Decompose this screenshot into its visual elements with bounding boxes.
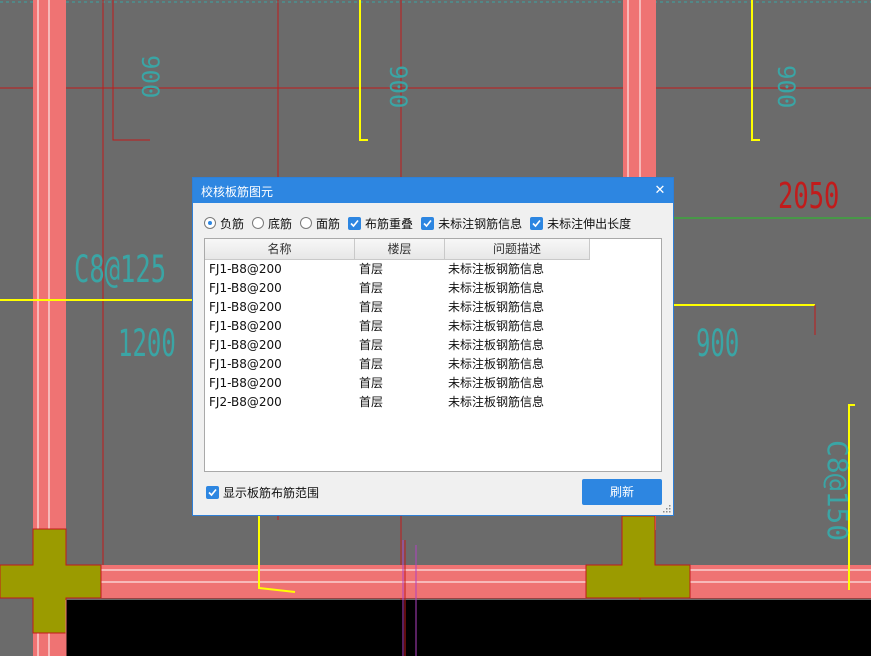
cell-name: FJ1-B8@200 xyxy=(209,262,282,276)
check-overlap[interactable]: 布筋重叠 xyxy=(348,215,413,232)
column-header-name[interactable]: 名称 xyxy=(205,239,355,260)
radio-negative-label: 负筋 xyxy=(220,216,245,231)
check-rebar-dialog: 校核板筋图元 ✕ 负筋 底筋 面筋 布筋重叠 未标注钢筋信息 未标注伸出长度 名… xyxy=(192,177,674,516)
radio-bottom[interactable]: 底筋 xyxy=(252,215,292,232)
dialog-titlebar[interactable]: 校核板筋图元 ✕ xyxy=(193,178,673,203)
cell-floor: 首层 xyxy=(359,357,384,371)
cell-name: FJ1-B8@200 xyxy=(209,338,282,352)
cell-name: FJ1-B8@200 xyxy=(209,281,282,295)
cell-issue: 未标注板钢筋信息 xyxy=(448,338,545,352)
beam-bottom xyxy=(0,565,871,598)
column-header-floor[interactable]: 楼层 xyxy=(355,239,445,260)
check-overlap-label: 布筋重叠 xyxy=(365,216,414,231)
cell-issue: 未标注板钢筋信息 xyxy=(448,281,545,295)
label-900: 900 xyxy=(696,323,739,366)
label-c8-150: C8@150 xyxy=(821,440,854,541)
checkmark-icon[interactable] xyxy=(348,216,362,230)
radio-top[interactable]: 面筋 xyxy=(300,215,340,232)
radio-bottom-label: 底筋 xyxy=(268,216,293,231)
cell-issue: 未标注板钢筋信息 xyxy=(448,262,545,276)
check-unlabeled-info-label: 未标注钢筋信息 xyxy=(438,216,523,231)
black-area xyxy=(66,600,871,656)
cell-floor: 首层 xyxy=(359,376,384,390)
check-unlabeled-length[interactable]: 未标注伸出长度 xyxy=(530,215,631,232)
label-small-900-c: 900 xyxy=(772,65,800,108)
checkmark-icon[interactable] xyxy=(421,216,435,230)
radio-top-label: 面筋 xyxy=(316,216,341,231)
check-show-range[interactable]: 显示板筋布筋范围 xyxy=(206,484,319,501)
cell-floor: 首层 xyxy=(359,319,384,333)
radio-negative-indicator[interactable] xyxy=(204,217,216,229)
cell-issue: 未标注板钢筋信息 xyxy=(448,357,545,371)
label-1200: 1200 xyxy=(118,323,176,366)
refresh-button[interactable]: 刷新 xyxy=(582,479,662,505)
cell-issue: 未标注板钢筋信息 xyxy=(448,376,545,390)
radio-bottom-indicator[interactable] xyxy=(252,217,265,229)
cell-floor: 首层 xyxy=(359,281,384,295)
cell-issue: 未标注板钢筋信息 xyxy=(448,300,545,314)
checkmark-icon[interactable] xyxy=(530,216,544,230)
result-table[interactable]: 名称 楼层 问题描述 FJ1-B8@200 首层 未标注板钢筋信息 FJ1-B8… xyxy=(204,238,662,472)
radio-top-indicator[interactable] xyxy=(300,217,313,229)
close-button[interactable]: ✕ xyxy=(647,178,673,203)
cell-floor: 首层 xyxy=(359,262,384,276)
check-show-range-label: 显示板筋布筋范围 xyxy=(223,486,320,500)
cell-floor: 首层 xyxy=(359,338,384,352)
check-unlabeled-length-label: 未标注伸出长度 xyxy=(547,216,632,231)
dialog-title: 校核板筋图元 xyxy=(201,185,274,199)
check-unlabeled-info[interactable]: 未标注钢筋信息 xyxy=(421,215,522,232)
cell-name: FJ1-B8@200 xyxy=(209,300,282,314)
column-header-issue[interactable]: 问题描述 xyxy=(445,239,590,260)
cell-name: FJ1-B8@200 xyxy=(209,319,282,333)
cell-floor: 首层 xyxy=(359,300,384,314)
cell-name: FJ2-B8@200 xyxy=(209,395,282,409)
label-c8-125: C8@125 xyxy=(74,247,166,291)
filter-options: 负筋 底筋 面筋 布筋重叠 未标注钢筋信息 未标注伸出长度 xyxy=(204,215,639,231)
resize-grip-icon[interactable] xyxy=(663,505,671,513)
cell-issue: 未标注板钢筋信息 xyxy=(448,395,545,409)
label-small-900-b: 900 xyxy=(384,65,412,108)
cell-issue: 未标注板钢筋信息 xyxy=(448,319,545,333)
cell-name: FJ1-B8@200 xyxy=(209,376,282,390)
cell-name: FJ1-B8@200 xyxy=(209,357,282,371)
label-2050: 2050 xyxy=(778,176,839,218)
table-header: 名称 楼层 问题描述 xyxy=(205,239,590,260)
cell-floor: 首层 xyxy=(359,395,384,409)
label-small-900-a: 900 xyxy=(136,55,164,98)
radio-negative[interactable]: 负筋 xyxy=(204,215,244,232)
checkmark-icon[interactable] xyxy=(206,486,219,499)
